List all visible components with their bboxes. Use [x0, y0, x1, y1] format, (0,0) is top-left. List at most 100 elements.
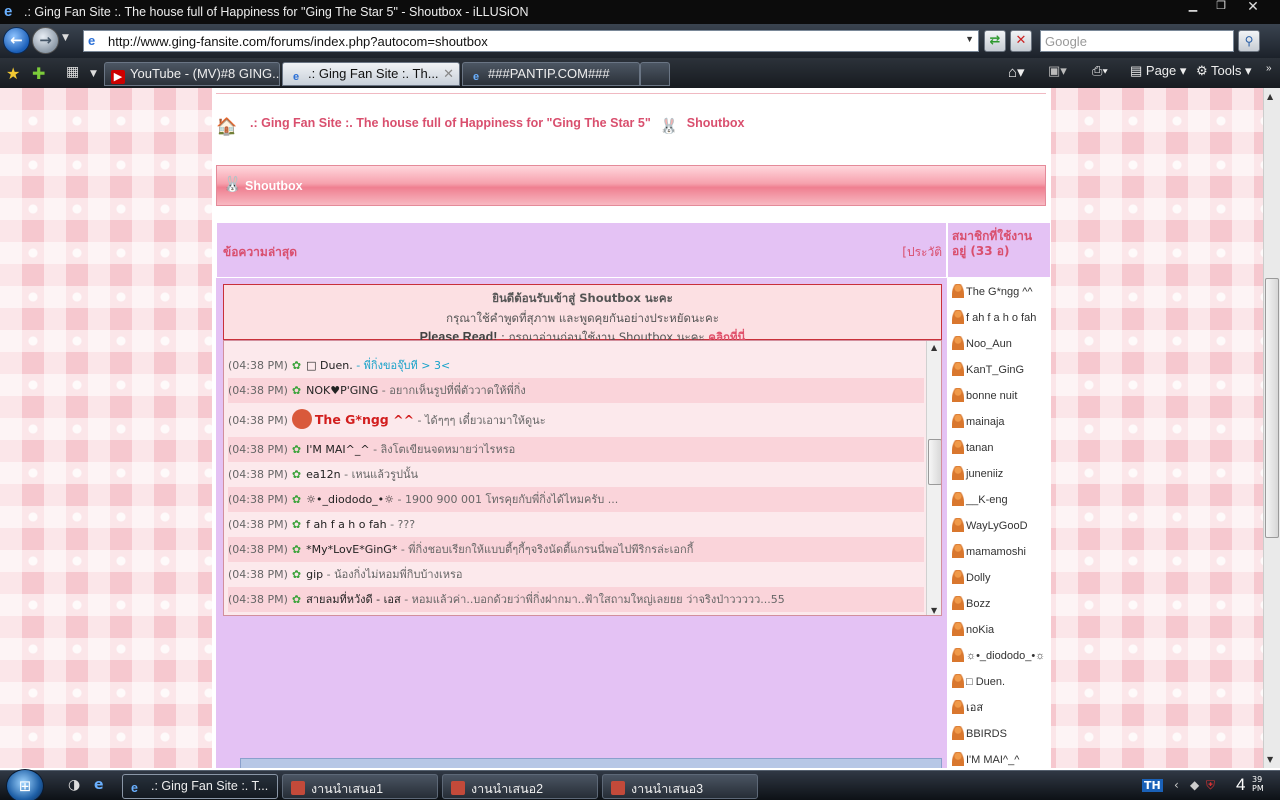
member-name[interactable]: bonne nuit	[966, 390, 1017, 402]
member-name[interactable]: KanT_GinG	[966, 364, 1024, 376]
member-name[interactable]: mainaja	[966, 416, 1005, 428]
member-item[interactable]: I'M MAI^_^	[952, 750, 1019, 768]
member-item[interactable]: juneniiz	[952, 464, 1003, 484]
history-link[interactable]: [ประวัติ	[902, 243, 942, 262]
address-bar[interactable]: e http://www.ging-fansite.com/forums/ind…	[83, 30, 979, 52]
member-name[interactable]: เอส	[966, 702, 983, 714]
close-tab-icon[interactable]: ✕	[443, 66, 454, 82]
member-item[interactable]: f ah f a h o fah	[952, 308, 1036, 328]
network-icon[interactable]: ◆	[1190, 778, 1199, 792]
feeds-icon[interactable]: ▣▾	[1048, 63, 1067, 79]
page-menu[interactable]: ▤ Page ▾	[1130, 63, 1186, 79]
member-item[interactable]: tanan	[952, 438, 994, 458]
history-dropdown-icon[interactable]: ▼	[62, 33, 69, 43]
back-button[interactable]: ←	[3, 27, 30, 54]
chat-scrollbar[interactable]: ▲ ▼	[926, 341, 941, 615]
member-item[interactable]: bonne nuit	[952, 386, 1017, 406]
quicklaunch-ie-icon[interactable]: e	[94, 777, 104, 793]
message-author[interactable]: ea12n	[306, 468, 340, 481]
member-item[interactable]: noKia	[952, 620, 994, 640]
member-item[interactable]: □ Duen.	[952, 672, 1005, 692]
clock-hour[interactable]: 4	[1236, 775, 1245, 795]
page-scrollbar[interactable]: ▲ ▼	[1263, 88, 1280, 768]
scroll-down-icon[interactable]: ▼	[1267, 755, 1273, 764]
tab-pantip[interactable]: e ###PANTIP.COM###	[462, 62, 640, 86]
tray-expand-icon[interactable]: ‹	[1174, 778, 1179, 792]
refresh-button[interactable]: ⇄	[984, 30, 1006, 52]
member-name[interactable]: Dolly	[966, 572, 990, 584]
taskbar-item-browser[interactable]: e .: Ging Fan Site :. T...	[122, 774, 278, 799]
message-author[interactable]: *My*LovE*GinG*	[306, 543, 397, 556]
search-icon[interactable]: ⚲	[1238, 30, 1260, 52]
address-dropdown-icon[interactable]: ▼	[965, 34, 974, 44]
search-input[interactable]: Google	[1040, 30, 1234, 52]
close-window-icon[interactable]: ✕	[1240, 0, 1266, 14]
message-author[interactable]: สายลมที่หวังดี - เอส	[306, 593, 401, 606]
member-name[interactable]: BBIRDS	[966, 728, 1007, 740]
scroll-up-icon[interactable]: ▲	[1267, 92, 1273, 101]
member-item[interactable]: mamamoshi	[952, 542, 1026, 562]
language-indicator[interactable]: TH	[1142, 779, 1163, 792]
member-name[interactable]: juneniiz	[966, 468, 1003, 480]
address-url[interactable]: http://www.ging-fansite.com/forums/index…	[108, 34, 488, 49]
member-name[interactable]: mamamoshi	[966, 546, 1026, 558]
security-icon[interactable]: ⛨	[1206, 778, 1215, 793]
member-item[interactable]: mainaja	[952, 412, 1005, 432]
member-item[interactable]: The G*ngg ^^	[952, 282, 1033, 302]
member-name[interactable]: The G*ngg ^^	[966, 286, 1033, 298]
member-item[interactable]: Noo_Aun	[952, 334, 1012, 354]
scroll-down-icon[interactable]: ▼	[931, 606, 937, 615]
clock-minutes[interactable]: 39 PM	[1252, 775, 1264, 793]
minimize-icon[interactable]: ▁	[1180, 0, 1206, 14]
maximize-icon[interactable]: ❐	[1208, 0, 1234, 14]
quicklaunch-icon[interactable]: ◑	[68, 777, 80, 793]
shout-input-bar[interactable]	[240, 758, 942, 768]
quick-tabs-icon[interactable]: ▦	[66, 64, 79, 80]
taskbar-item-presentation-2[interactable]: งานนำเสนอ2	[442, 774, 598, 799]
member-item[interactable]: Dolly	[952, 568, 990, 588]
chat-scroll-thumb[interactable]	[928, 439, 941, 485]
member-item[interactable]: __K-eng	[952, 490, 1008, 510]
member-name[interactable]: Bozz	[966, 598, 990, 610]
tab-youtube[interactable]: ▶ YouTube - (MV)#8 GING...	[104, 62, 280, 86]
message-author[interactable]: ☼•_diododo_•☼	[306, 493, 394, 506]
message-author[interactable]: f ah f a h o fah	[306, 518, 386, 531]
member-name[interactable]: I'M MAI^_^	[966, 754, 1019, 766]
message-author[interactable]: The G*ngg ^^	[315, 412, 414, 427]
member-item[interactable]: เอส	[952, 698, 983, 718]
breadcrumb-site-link[interactable]: .: Ging Fan Site :. The house full of Ha…	[250, 116, 651, 130]
member-name[interactable]: noKia	[966, 624, 994, 636]
toolbar-overflow-icon[interactable]: »	[1266, 63, 1272, 74]
message-author[interactable]: □ Duen.	[306, 359, 353, 372]
message-author[interactable]: I'M MAI^_^	[306, 443, 369, 456]
page-scroll-thumb[interactable]	[1265, 278, 1279, 538]
taskbar-item-presentation-1[interactable]: งานนำเสนอ1	[282, 774, 438, 799]
new-tab-button[interactable]	[640, 62, 670, 86]
member-name[interactable]: __K-eng	[966, 494, 1008, 506]
chat-log[interactable]: (04:38 PM) ✿ □ Duen. - พี่กิ่งขอจุ๊บที > 3…	[223, 340, 942, 616]
message-author[interactable]: NOK♥P'GING	[306, 384, 378, 397]
stop-button[interactable]: ✕	[1010, 30, 1032, 52]
member-item[interactable]: Bozz	[952, 594, 990, 614]
member-name[interactable]: □ Duen.	[966, 676, 1005, 688]
member-name[interactable]: WayLyGooD	[966, 520, 1028, 532]
member-name[interactable]: tanan	[966, 442, 994, 454]
breadcrumb-section[interactable]: Shoutbox	[687, 116, 745, 130]
member-name[interactable]: f ah f a h o fah	[966, 312, 1036, 324]
taskbar-item-presentation-3[interactable]: งานนำเสนอ3	[602, 774, 758, 799]
start-button[interactable]: ⊞	[6, 769, 44, 800]
add-favorites-icon[interactable]: ✚	[32, 64, 45, 83]
member-name[interactable]: ☼•_diododo_•☼	[966, 650, 1045, 662]
member-name[interactable]: Noo_Aun	[966, 338, 1012, 350]
forward-button[interactable]: →	[32, 27, 59, 54]
favorites-star-icon[interactable]: ★	[6, 64, 20, 83]
message-author[interactable]: gip	[306, 568, 323, 581]
scroll-up-icon[interactable]: ▲	[931, 343, 937, 352]
member-item[interactable]: WayLyGooD	[952, 516, 1028, 536]
member-item[interactable]: ☼•_diododo_•☼	[952, 646, 1045, 666]
tab-ging-fan-site[interactable]: e .: Ging Fan Site :. Th... ✕	[282, 62, 460, 86]
home-icon[interactable]: ⌂▾	[1008, 63, 1025, 81]
print-icon[interactable]: ⎙▾	[1092, 63, 1108, 79]
tools-menu[interactable]: ⚙ Tools ▾	[1196, 63, 1252, 79]
tab-list-icon[interactable]: ▼	[90, 69, 97, 79]
